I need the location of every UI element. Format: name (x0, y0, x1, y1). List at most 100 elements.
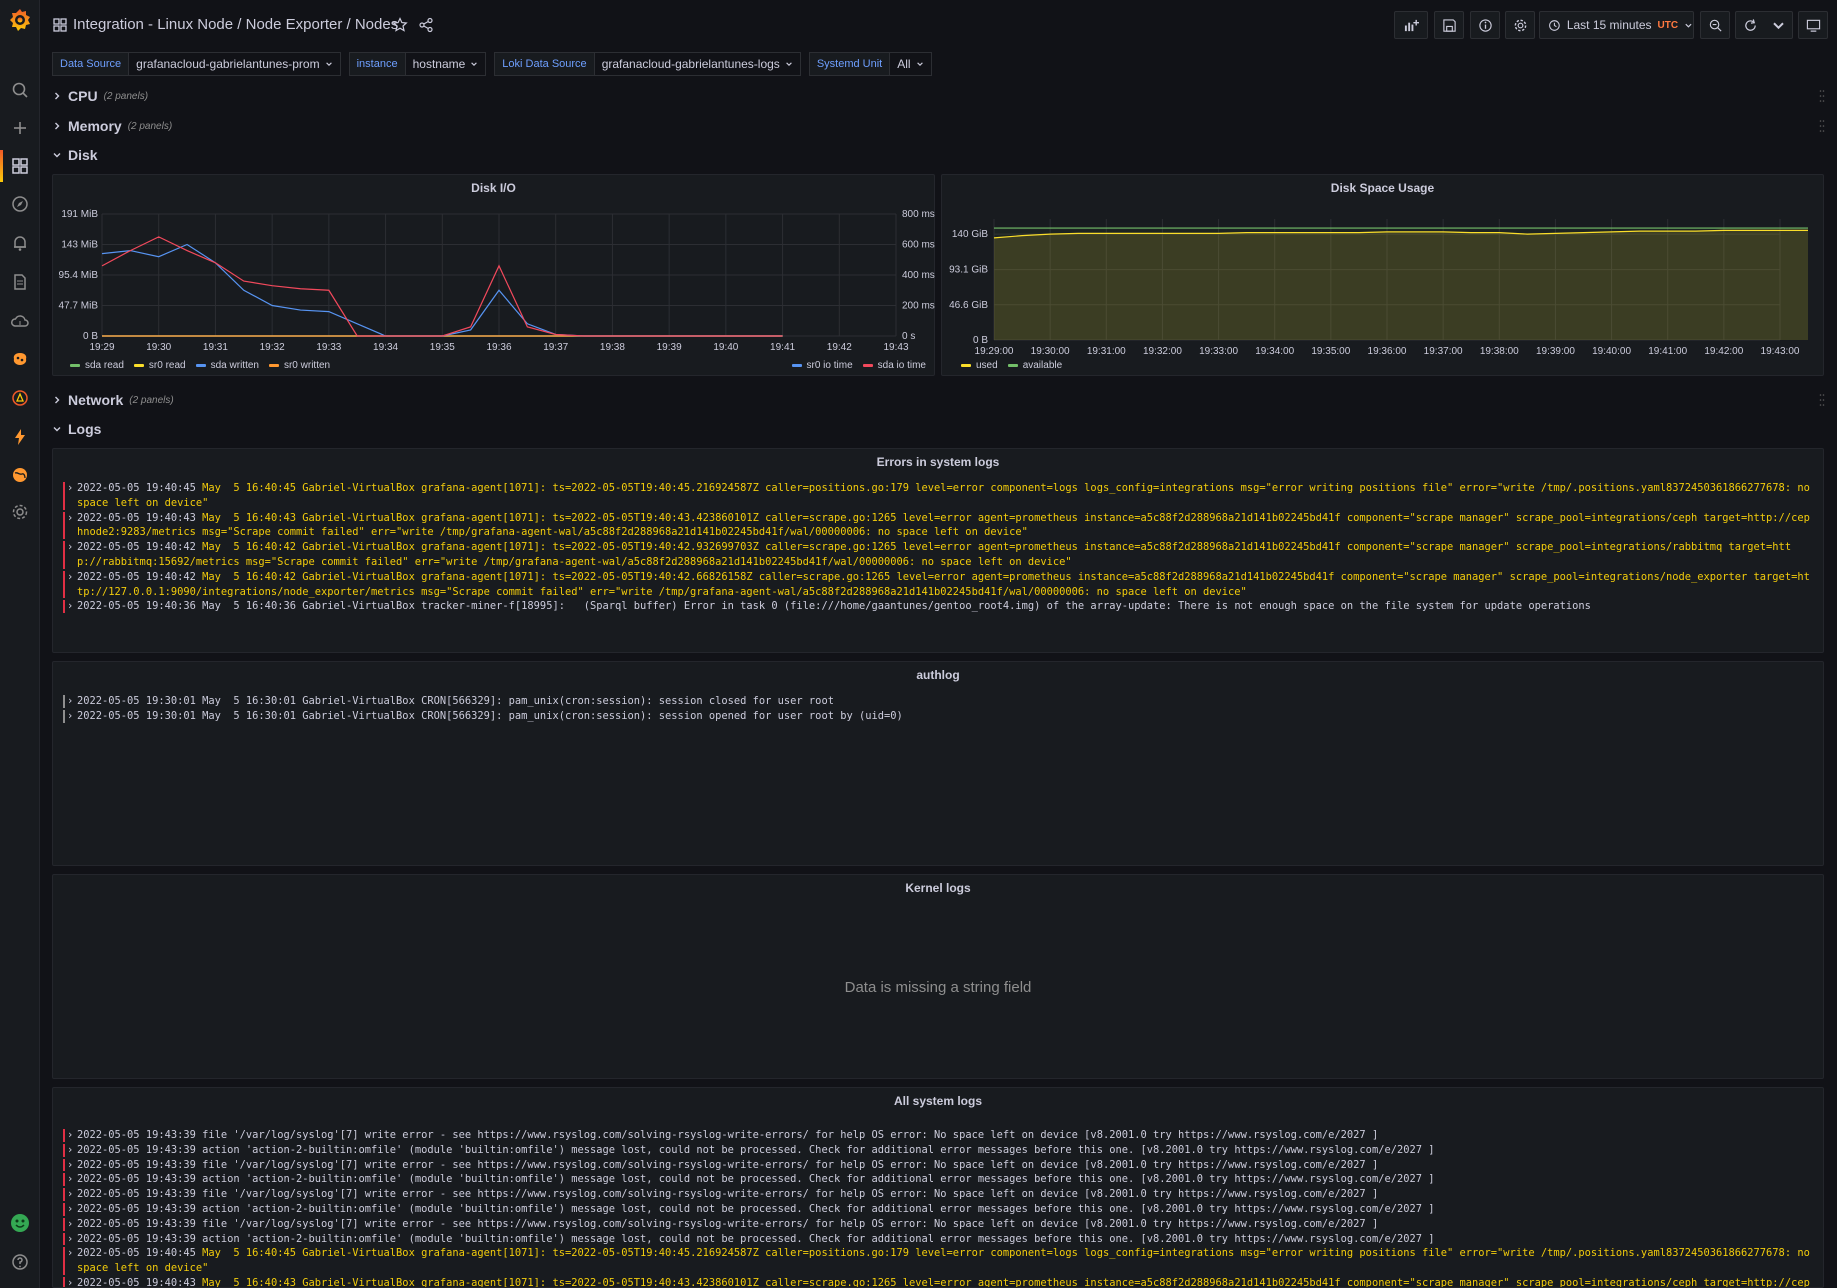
y-tick-label: 95.4 MiB (59, 270, 99, 281)
var-systemd-unit-select[interactable]: All (890, 52, 932, 76)
expand-chevron-icon[interactable]: › (67, 1202, 73, 1217)
var-instance-select[interactable]: hostname (405, 52, 487, 76)
machine-learning-brain-icon[interactable] (10, 349, 30, 369)
drag-handle-icon[interactable] (1819, 89, 1825, 103)
expand-chevron-icon[interactable]: › (67, 1276, 73, 1287)
row-network[interactable]: Network (2 panels) (52, 388, 1825, 412)
monitor-icon (1806, 19, 1820, 32)
time-range-picker[interactable]: Last 15 minutes UTC (1539, 11, 1694, 39)
log-row[interactable]: › 2022-05-05 19:40:45 May 5 16:40:45 Gabr… (63, 481, 1813, 511)
legend-item[interactable]: sda read (70, 360, 124, 371)
expand-chevron-icon[interactable]: › (67, 1246, 73, 1261)
log-row[interactable]: › 2022-05-05 19:40:42 May 5 16:40:42 Gabr… (63, 570, 1813, 600)
expand-chevron-icon[interactable]: › (67, 694, 73, 709)
log-row[interactable]: › 2022-05-05 19:30:01 May 5 16:30:01 Gabr… (63, 709, 1813, 724)
dashboard-info-button[interactable] (1470, 11, 1500, 39)
drag-handle-icon[interactable] (1819, 393, 1825, 407)
expand-chevron-icon[interactable]: › (67, 570, 73, 585)
panel-all-system-logs[interactable]: All system logs › 2022-05-05 19:43:39 fil… (52, 1087, 1824, 1288)
expand-chevron-icon[interactable]: › (67, 599, 73, 614)
create-plus-icon[interactable] (10, 118, 30, 138)
dashboard-settings-button[interactable] (1505, 11, 1535, 39)
legend-item[interactable]: sr0 io time (791, 360, 853, 371)
var-loki-datasource-select[interactable]: grafanacloud-gabrielantunes-logs (594, 52, 801, 76)
alerting-bell-icon[interactable] (10, 233, 30, 253)
row-cpu[interactable]: CPU (2 panels) (52, 84, 1825, 108)
log-row[interactable]: › 2022-05-05 19:43:39 action 'action-2-bu… (63, 1232, 1813, 1247)
log-row[interactable]: › 2022-05-05 19:40:45 May 5 16:40:45 Gabr… (63, 1246, 1813, 1276)
log-row[interactable]: › 2022-05-05 19:40:43 May 5 16:40:43 Gabr… (63, 511, 1813, 541)
disk-io-chart[interactable]: 19:29 19:30 19:31 19:32 19:33 19:34 19:35 19:36… (53, 175, 936, 377)
legend-item[interactable]: sda io time (862, 360, 926, 371)
oncall-icon[interactable] (10, 388, 30, 408)
expand-chevron-icon[interactable]: › (67, 481, 73, 496)
expand-chevron-icon[interactable]: › (67, 1217, 73, 1232)
zoom-out-button[interactable] (1700, 11, 1730, 39)
log-row[interactable]: › 2022-05-05 19:30:01 May 5 16:30:01 Gabr… (63, 694, 1813, 709)
log-message: action 'action-2-builtin:omfile' (module… (202, 1173, 1435, 1186)
breadcrumb: Integration - Linux Node / Node Exporter… (73, 16, 398, 33)
expand-chevron-icon[interactable]: › (67, 709, 73, 724)
share-icon[interactable] (418, 17, 434, 33)
var-datasource-select[interactable]: grafanacloud-gabrielantunes-prom (129, 52, 341, 76)
star-icon[interactable] (392, 17, 408, 33)
info-icon (1478, 18, 1492, 32)
log-row[interactable]: › 2022-05-05 19:40:36 May 5 16:40:36 Gabr… (63, 599, 1813, 614)
panel-disk-io[interactable]: Disk I/O 19:29 19:30 19:31 19:32 19:33 19:34 1… (52, 174, 935, 376)
legend-item[interactable]: available (1007, 360, 1062, 371)
panel-errors-in-system-logs[interactable]: Errors in system logs › 2022-05-05 19:40:… (52, 448, 1824, 653)
add-panel-button[interactable] (1394, 11, 1428, 39)
save-dashboard-button[interactable] (1434, 11, 1464, 39)
legend-item[interactable]: sr0 read (133, 360, 186, 371)
log-row[interactable]: › 2022-05-05 19:43:39 file '/var/log/sysl… (63, 1187, 1813, 1202)
refresh-interval-chevron-icon[interactable] (1771, 18, 1786, 33)
log-row[interactable]: › 2022-05-05 19:43:39 file '/var/log/sysl… (63, 1128, 1813, 1143)
log-row[interactable]: › 2022-05-05 19:43:39 file '/var/log/sysl… (63, 1217, 1813, 1232)
legend-item[interactable]: sr0 written (268, 360, 330, 371)
row-logs[interactable]: Logs (52, 417, 1825, 441)
drag-handle-icon[interactable] (1819, 119, 1825, 133)
expand-chevron-icon[interactable]: › (67, 1187, 73, 1202)
x-tick-label: 19:41:00 (1648, 346, 1687, 357)
search-icon[interactable] (10, 80, 30, 100)
expand-chevron-icon[interactable]: › (67, 1143, 73, 1158)
disk-space-chart[interactable]: 19:29:00 19:30:00 19:31:00 19:32:00 19:33:00… (942, 175, 1825, 377)
row-memory[interactable]: Memory (2 panels) (52, 114, 1825, 138)
panel-kernel-logs[interactable]: Kernel logs Data is missing a string fie… (52, 874, 1824, 1079)
log-row[interactable]: › 2022-05-05 19:43:39 action 'action-2-bu… (63, 1202, 1813, 1217)
synthetic-globe-icon[interactable] (10, 465, 30, 485)
legend-item[interactable]: sda written (195, 360, 259, 371)
incident-lightning-icon[interactable] (10, 427, 30, 447)
user-avatar[interactable] (10, 1213, 30, 1233)
explore-compass-icon[interactable] (10, 194, 30, 214)
legend-item[interactable]: used (961, 360, 998, 371)
log-row[interactable]: › 2022-05-05 19:43:39 action 'action-2-bu… (63, 1143, 1813, 1158)
cloud-upload-icon[interactable] (10, 311, 30, 331)
settings-gear-icon[interactable] (10, 502, 30, 522)
page-title[interactable]: Node Exporter / Nodes (246, 16, 399, 33)
log-row[interactable]: › 2022-05-05 19:43:39 file '/var/log/sysl… (63, 1158, 1813, 1173)
expand-chevron-icon[interactable]: › (67, 1232, 73, 1247)
expand-chevron-icon[interactable]: › (67, 540, 73, 555)
log-row[interactable]: › 2022-05-05 19:43:39 action 'action-2-bu… (63, 1172, 1813, 1187)
refresh-button[interactable] (1735, 11, 1793, 39)
log-timestamp: 2022-05-05 19:40:45 (77, 1247, 203, 1260)
dashboards-icon[interactable] (10, 156, 30, 176)
grafana-logo-icon[interactable] (7, 7, 33, 33)
breadcrumb-folder[interactable]: Integration - Linux Node (73, 16, 233, 33)
dashboard-grid-icon (53, 18, 67, 32)
panel-disk-space-usage[interactable]: Disk Space Usage 19:29:00 19:30:00 19:31:0… (941, 174, 1824, 376)
add-panel-icon (1404, 19, 1419, 31)
log-timestamp: 2022-05-05 19:30:01 (77, 709, 203, 722)
tv-mode-button[interactable] (1798, 11, 1828, 39)
log-row[interactable]: › 2022-05-05 19:40:43 May 5 16:40:43 Gabr… (63, 1276, 1813, 1287)
help-icon[interactable] (10, 1252, 30, 1272)
panel-authlog[interactable]: authlog › 2022-05-05 19:30:01 May 5 16:30… (52, 661, 1824, 866)
row-disk[interactable]: Disk (52, 143, 1825, 167)
expand-chevron-icon[interactable]: › (67, 1128, 73, 1143)
expand-chevron-icon[interactable]: › (67, 1172, 73, 1187)
document-icon[interactable] (10, 272, 30, 292)
expand-chevron-icon[interactable]: › (67, 511, 73, 526)
expand-chevron-icon[interactable]: › (67, 1158, 73, 1173)
log-row[interactable]: › 2022-05-05 19:40:42 May 5 16:40:42 Gabr… (63, 540, 1813, 570)
